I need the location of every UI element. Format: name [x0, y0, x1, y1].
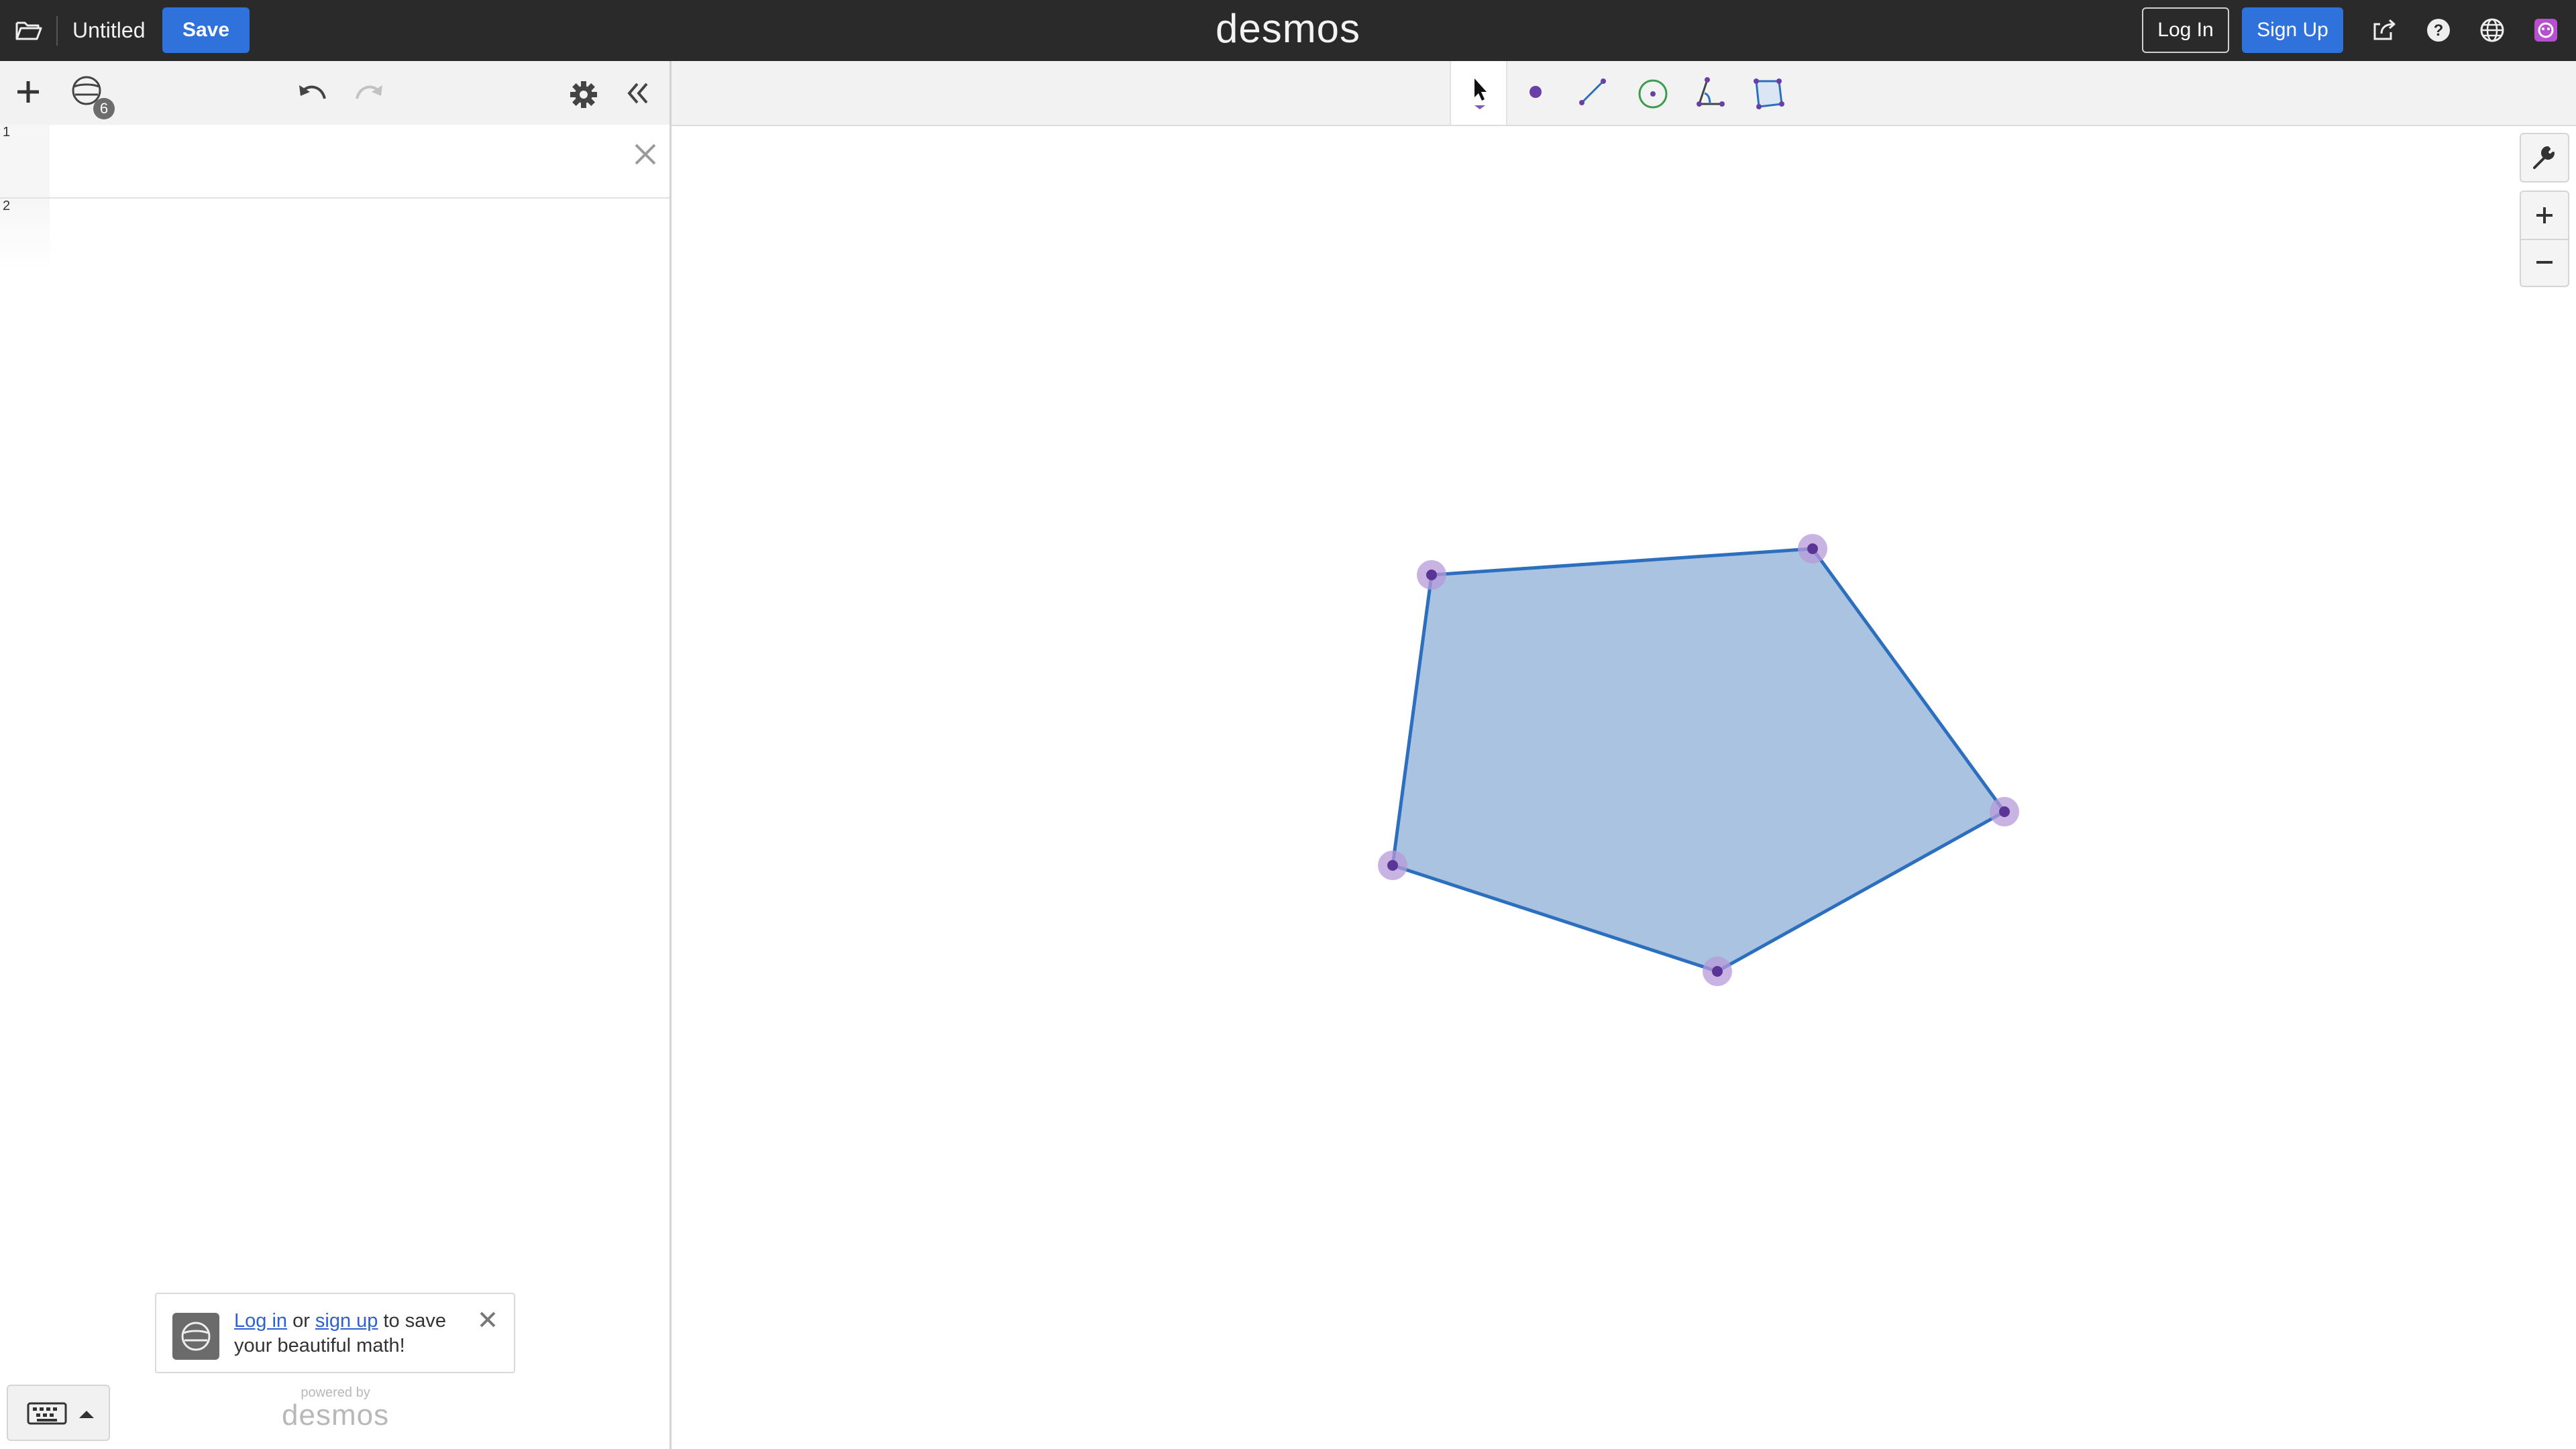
- close-icon[interactable]: [631, 140, 660, 172]
- angle-tool[interactable]: [1680, 61, 1737, 125]
- plus-icon: [2536, 207, 2553, 223]
- angle-icon: [1697, 77, 1725, 107]
- segment-tool[interactable]: [1564, 61, 1621, 125]
- save-button[interactable]: Save: [162, 7, 250, 53]
- expression-row[interactable]: 1: [0, 125, 669, 199]
- gear-icon[interactable]: [569, 80, 598, 113]
- login-button[interactable]: Log In: [2142, 7, 2229, 53]
- undo-icon[interactable]: [297, 81, 329, 109]
- segment-icon: [1579, 78, 1606, 105]
- signup-link[interactable]: sign up: [315, 1310, 378, 1332]
- expression-number: 1: [3, 125, 11, 140]
- expression-gutter: 1: [0, 125, 50, 197]
- save-prompt-toast: Log in or sign up to save your beautiful…: [155, 1293, 515, 1373]
- powered-by-desmos[interactable]: powered by desmos: [282, 1385, 389, 1431]
- redo-icon[interactable]: [353, 81, 385, 109]
- polygon-shape[interactable]: [1391, 547, 2006, 973]
- expression-toolbar: 6: [0, 61, 669, 126]
- keyboard-toggle-button[interactable]: [7, 1385, 110, 1441]
- select-tool[interactable]: [1450, 61, 1507, 125]
- powered-by-logo: desmos: [282, 1399, 390, 1432]
- point-icon: [1529, 86, 1542, 98]
- graph-drawing: [1378, 534, 2019, 986]
- vertex-point-dot: [1712, 966, 1723, 977]
- folder-icon[interactable]: [15, 18, 43, 42]
- zoom-out-button[interactable]: [2521, 239, 2568, 286]
- toast-message: Log in or sign up to save your beautiful…: [234, 1309, 462, 1358]
- pointer-icon: [1474, 78, 1487, 109]
- expression-gutter: 2: [0, 199, 50, 271]
- polygon-tool[interactable]: [1738, 61, 1796, 125]
- graph-count-badge: 6: [93, 98, 115, 119]
- minus-icon: [2536, 261, 2553, 264]
- zoom-controls: [2520, 191, 2569, 287]
- desmos-logo-icon: [172, 1313, 219, 1360]
- circle-icon: [1638, 79, 1668, 109]
- vertex-point-dot: [1999, 806, 2010, 817]
- vertex-point-dot: [1426, 570, 1437, 580]
- profile-icon[interactable]: [2533, 17, 2559, 43]
- powered-by-text: powered by: [301, 1385, 370, 1400]
- expression-panel: 6 1 2: [0, 61, 672, 1449]
- vertex-point-dot: [1807, 543, 1818, 554]
- close-icon[interactable]: [477, 1309, 498, 1334]
- graph-title[interactable]: Untitled: [72, 15, 146, 46]
- share-icon[interactable]: [2372, 17, 2399, 43]
- polygon-icon: [1754, 78, 1784, 109]
- zoom-in-button[interactable]: [2521, 192, 2568, 240]
- graph-settings-button[interactable]: [2520, 133, 2569, 182]
- globe-icon[interactable]: [2479, 17, 2505, 43]
- help-icon[interactable]: ?: [2426, 17, 2451, 43]
- point-tool[interactable]: [1507, 61, 1564, 125]
- vertex-point-dot: [1387, 860, 1398, 871]
- add-expression-button[interactable]: [15, 78, 42, 109]
- title-divider: [56, 16, 58, 46]
- desmos-logo-text: desmos: [1215, 6, 1361, 51]
- collapse-panel-icon[interactable]: [624, 80, 651, 110]
- top-bar: Untitled Save desmos Log In Sign Up ?: [0, 0, 2576, 61]
- circle-tool[interactable]: [1622, 61, 1680, 125]
- wrench-icon: [2533, 146, 2555, 169]
- keyboard-icon: [27, 1402, 67, 1425]
- expression-number: 2: [3, 199, 11, 213]
- login-link[interactable]: Log in: [234, 1310, 287, 1332]
- svg-text:?: ?: [2434, 21, 2444, 40]
- caret-up-icon: [79, 1411, 94, 1418]
- toast-or-text: or: [287, 1310, 315, 1332]
- signup-button[interactable]: Sign Up: [2242, 7, 2343, 53]
- graph-canvas[interactable]: [672, 126, 2576, 1449]
- geometry-toolbar: [672, 61, 2576, 126]
- expression-row[interactable]: 2: [0, 199, 669, 271]
